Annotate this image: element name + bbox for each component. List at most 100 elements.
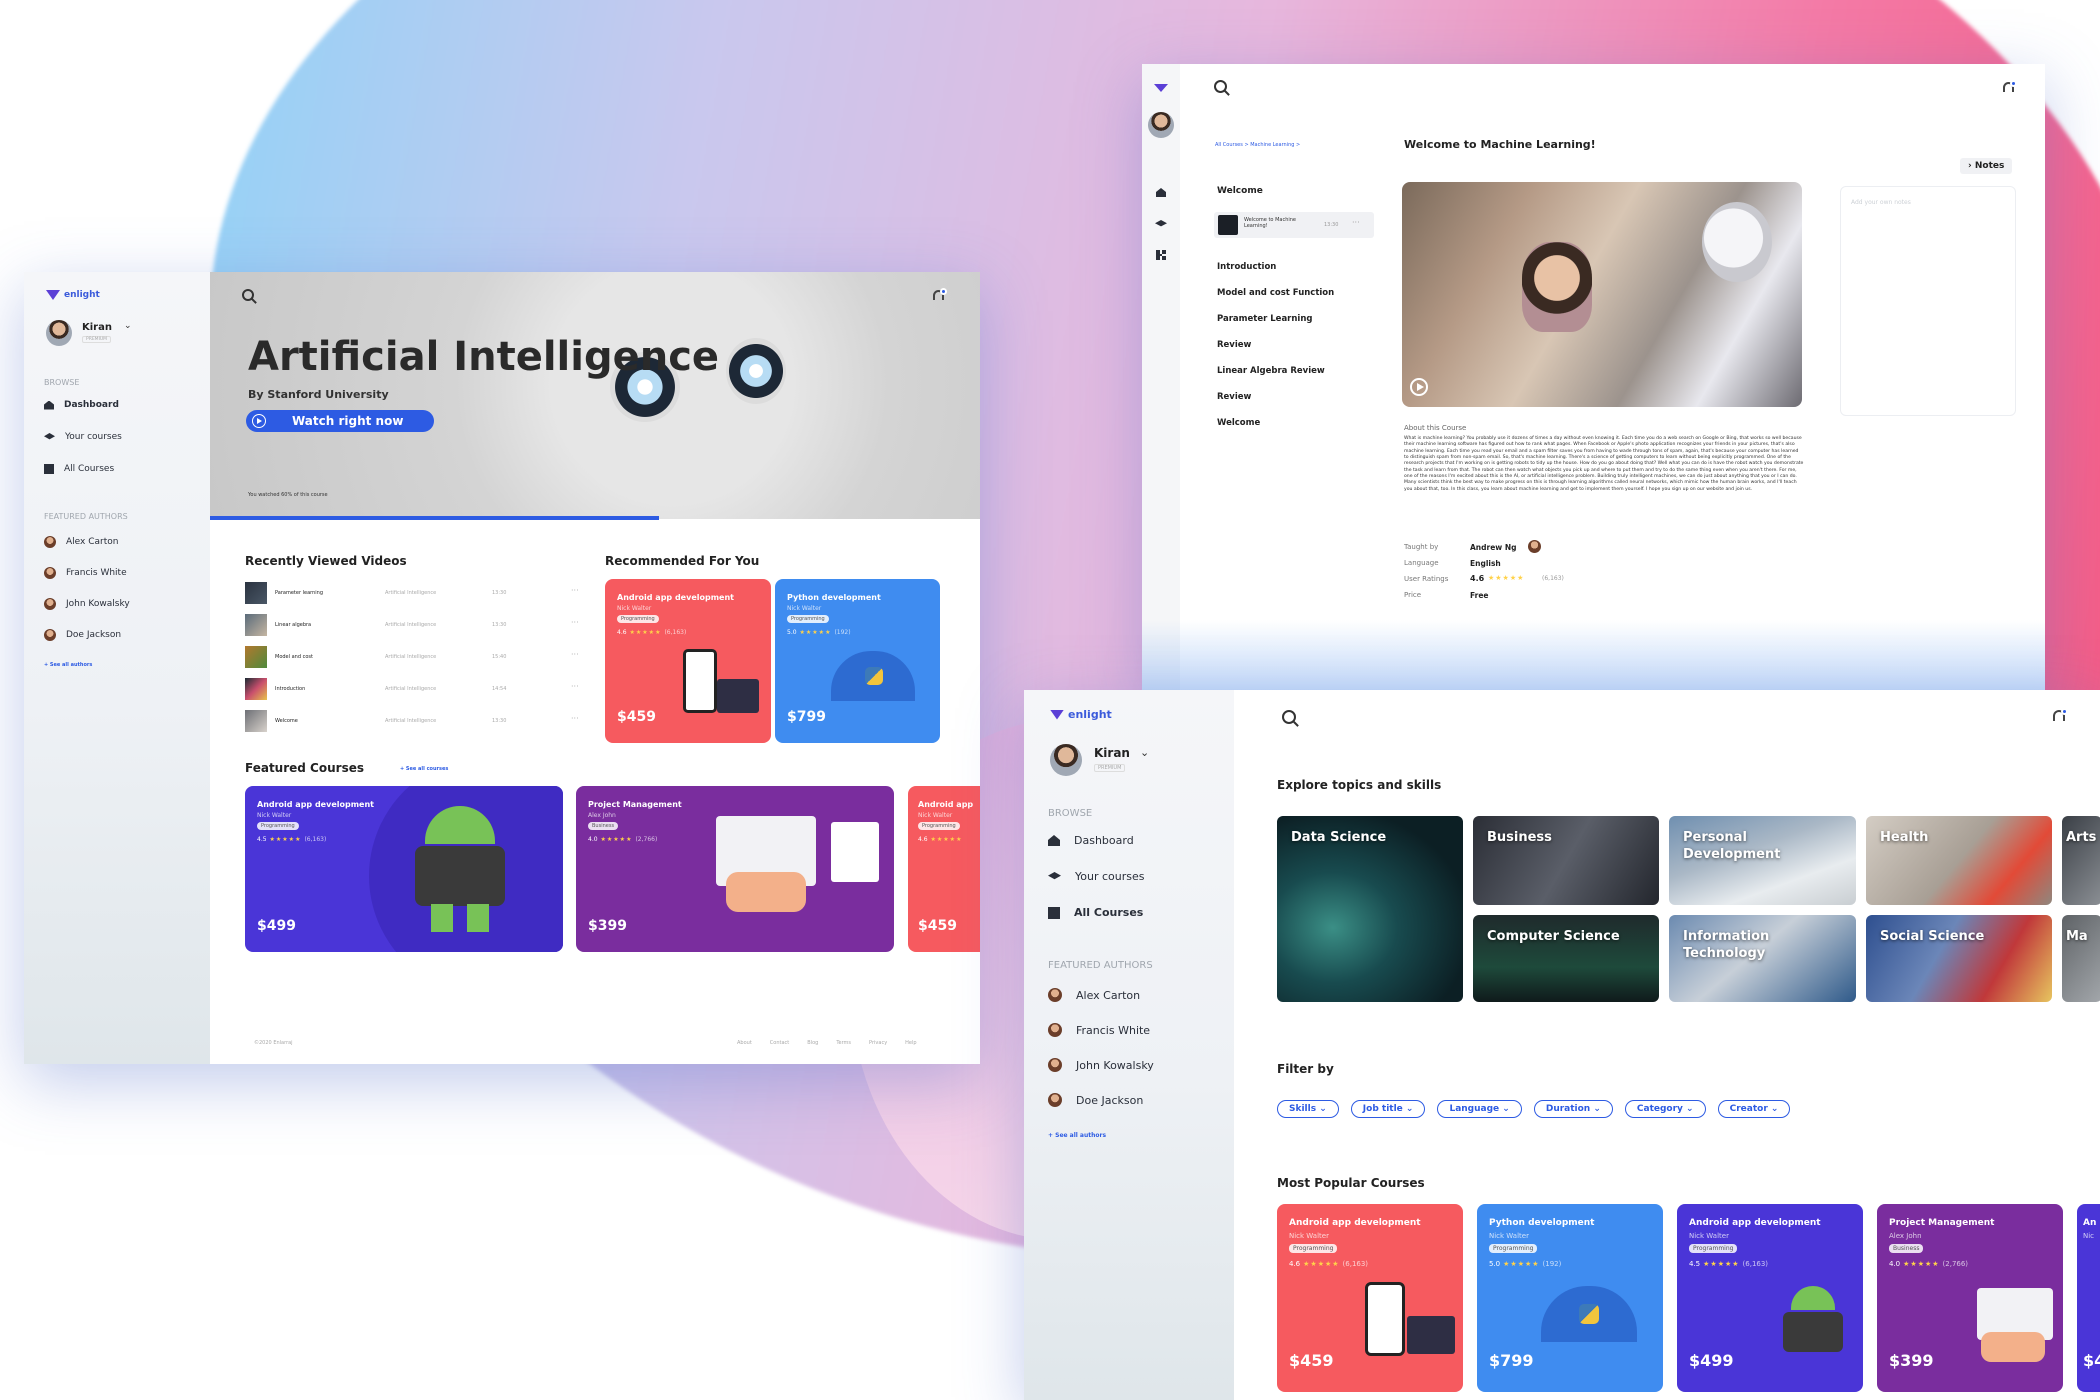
course-card[interactable]: Project Management Alex John Business 4.…: [576, 786, 894, 952]
topic-card[interactable]: Social Science: [1866, 915, 2052, 1002]
topic-card[interactable]: Data Science: [1277, 816, 1463, 1002]
sidebar-item-dashboard[interactable]: Dashboard: [1048, 834, 1134, 847]
course-card[interactable]: Python development Nick Walter Programmi…: [775, 579, 940, 743]
logo[interactable]: enlight: [1050, 708, 1112, 721]
author-item[interactable]: Alex Carton: [1048, 988, 1140, 1002]
author-item[interactable]: Doe Jackson: [44, 629, 121, 641]
list-item[interactable]: Model and cost Artificial Intelligence 1…: [245, 646, 605, 668]
user-name[interactable]: Kiran: [1094, 746, 1130, 760]
bell-icon[interactable]: [2002, 80, 2017, 96]
list-item[interactable]: Parameter learning Artificial Intelligen…: [245, 582, 605, 604]
filter-chip-duration[interactable]: Duration ⌄: [1533, 1100, 1613, 1118]
footer-link-terms[interactable]: Terms: [836, 1040, 851, 1046]
notes-toggle-button[interactable]: › Notes: [1960, 158, 2013, 174]
lesson-item[interactable]: Introduction: [1217, 262, 1276, 272]
home-icon[interactable]: [1156, 188, 1166, 197]
course-card[interactable]: Project Management Alex John Business 4.…: [1877, 1204, 2063, 1392]
watch-now-button[interactable]: Watch right now: [246, 410, 434, 432]
filter-chip-job-title[interactable]: Job title ⌄: [1350, 1100, 1426, 1118]
course-rating: 4.5 ★★★★★ (6,163): [1689, 1260, 1768, 1268]
author-item[interactable]: Alex Carton: [44, 536, 118, 548]
filter-chip-language[interactable]: Language ⌄: [1437, 1100, 1522, 1118]
more-icon[interactable]: ···: [571, 586, 579, 595]
more-icon[interactable]: ···: [571, 618, 579, 627]
list-item[interactable]: Welcome Artificial Intelligence 13:30 ··…: [245, 710, 605, 732]
breadcrumb[interactable]: All Courses > Machine Learning >: [1215, 142, 1300, 148]
sidebar-item-your-courses[interactable]: Your courses: [1048, 870, 1144, 883]
grid-icon[interactable]: [1156, 250, 1166, 260]
author-avatar[interactable]: [1528, 540, 1541, 553]
lesson-item[interactable]: Model and cost Function: [1217, 288, 1334, 298]
sidebar-item-dashboard[interactable]: Dashboard: [44, 400, 119, 410]
video-player[interactable]: [1402, 182, 1802, 407]
lesson-item[interactable]: Parameter Learning: [1217, 314, 1312, 324]
author-item[interactable]: Doe Jackson: [1048, 1093, 1143, 1107]
sidebar-item-all-courses[interactable]: All Courses: [1048, 906, 1143, 919]
footer-link-contact[interactable]: Contact: [770, 1040, 789, 1046]
bell-icon[interactable]: [932, 288, 947, 304]
course-tag: Programming: [1489, 1244, 1538, 1253]
author-item[interactable]: Francis White: [1048, 1023, 1150, 1037]
footer-link-about[interactable]: About: [737, 1040, 752, 1046]
lesson-item[interactable]: Welcome: [1217, 418, 1260, 428]
user-name[interactable]: Kiran: [82, 322, 112, 333]
meta-value[interactable]: Andrew Ng: [1470, 543, 1516, 552]
course-card-partial[interactable]: An Nic $4: [2077, 1204, 2100, 1392]
search-icon[interactable]: [242, 289, 254, 301]
search-icon[interactable]: [1214, 80, 1227, 93]
footer-link-privacy[interactable]: Privacy: [869, 1040, 887, 1046]
list-item[interactable]: Linear algebra Artificial Intelligence 1…: [245, 614, 605, 636]
logo-icon[interactable]: [1154, 84, 1168, 92]
lesson-item[interactable]: Linear Algebra Review: [1217, 366, 1325, 376]
graduation-cap-icon[interactable]: [1155, 220, 1167, 227]
course-card[interactable]: Android app development Nick Walter Prog…: [1277, 1204, 1463, 1392]
current-lesson[interactable]: Welcome to Machine Learning! 13:30 ···: [1214, 212, 1374, 238]
topic-card[interactable]: Health: [1866, 816, 2052, 905]
filter-chip-creator[interactable]: Creator ⌄: [1717, 1100, 1791, 1118]
topic-card[interactable]: Business: [1473, 816, 1659, 905]
more-icon[interactable]: ···: [571, 714, 579, 723]
bell-icon[interactable]: [2052, 708, 2068, 726]
lesson-item[interactable]: Review: [1217, 392, 1251, 402]
course-card[interactable]: Python development Nick Walter Programmi…: [1477, 1204, 1663, 1392]
avatar[interactable]: [46, 320, 72, 346]
filter-chip-category[interactable]: Category ⌄: [1624, 1100, 1706, 1118]
course-card-partial[interactable]: Android app Nick Walter Programming 4.6 ★…: [908, 786, 980, 952]
search-icon[interactable]: [1282, 710, 1296, 724]
see-all-courses-link[interactable]: + See all courses: [400, 766, 448, 772]
course-card[interactable]: Android app development Nick Walter Prog…: [605, 579, 771, 743]
author-item[interactable]: John Kowalsky: [44, 598, 130, 610]
topic-card[interactable]: Ma: [2062, 915, 2100, 1002]
see-all-authors-link[interactable]: + See all authors: [1048, 1132, 1106, 1139]
sidebar-item-all-courses[interactable]: All Courses: [44, 464, 114, 474]
topic-card[interactable]: Information Technology: [1669, 915, 1856, 1002]
play-icon[interactable]: [1410, 378, 1428, 396]
avatar[interactable]: [1148, 112, 1174, 138]
avatar[interactable]: [1050, 744, 1082, 776]
child-figure: [1522, 242, 1592, 332]
logo[interactable]: enlight: [46, 290, 100, 300]
author-item[interactable]: Francis White: [44, 567, 127, 579]
list-item[interactable]: Introduction Artificial Intelligence 14:…: [245, 678, 605, 700]
more-icon[interactable]: ···: [571, 650, 579, 659]
chevron-down-icon[interactable]: ⌄: [124, 321, 132, 331]
footer-link-help[interactable]: Help: [905, 1040, 916, 1046]
course-card[interactable]: Android app development Nick Walter Prog…: [245, 786, 563, 952]
lesson-item[interactable]: Review: [1217, 340, 1251, 350]
more-icon[interactable]: ···: [1352, 218, 1360, 227]
lesson-heading[interactable]: Welcome: [1217, 186, 1263, 196]
notes-textarea[interactable]: Add your own notes: [1840, 186, 2016, 416]
course-card[interactable]: Android app development Nick Walter Prog…: [1677, 1204, 1863, 1392]
chevron-down-icon[interactable]: ⌄: [1140, 746, 1149, 759]
topic-card[interactable]: Arts: [2062, 816, 2100, 905]
author-item[interactable]: John Kowalsky: [1048, 1058, 1154, 1072]
sidebar-item-your-courses[interactable]: Your courses: [44, 432, 122, 442]
course-tag: Programming: [918, 822, 960, 830]
topic-card[interactable]: Personal Development: [1669, 816, 1856, 905]
course-rating: 4.6 ★★★★★ (6,163): [1289, 1260, 1368, 1268]
more-icon[interactable]: ···: [571, 682, 579, 691]
see-all-authors-link[interactable]: + See all authors: [44, 662, 92, 668]
filter-chip-skills[interactable]: Skills ⌄: [1277, 1100, 1339, 1118]
topic-card[interactable]: Computer Science: [1473, 915, 1659, 1002]
footer-link-blog[interactable]: Blog: [807, 1040, 818, 1046]
